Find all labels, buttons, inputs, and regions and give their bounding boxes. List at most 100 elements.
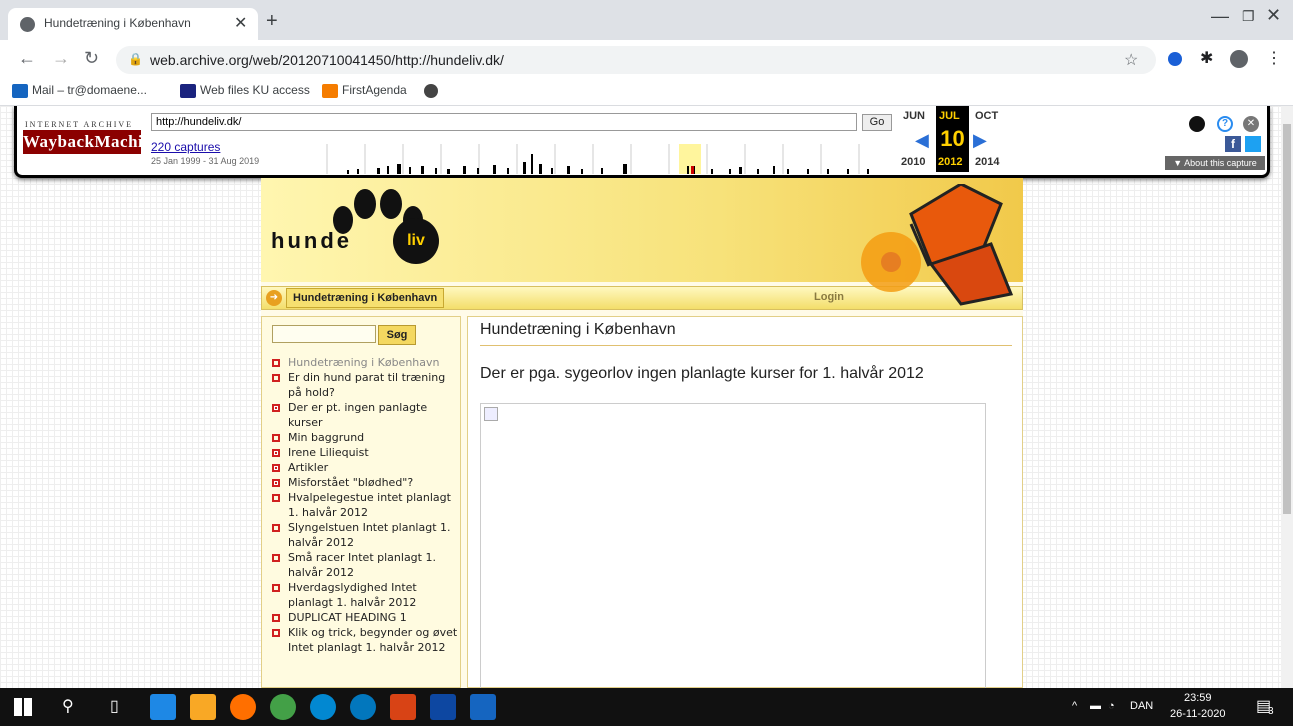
facebook-icon[interactable]: f (1225, 136, 1241, 152)
globe-icon (20, 17, 35, 32)
month-next[interactable]: OCT (975, 110, 998, 122)
capture-sparkline[interactable] (317, 144, 877, 174)
close-toolbar-icon[interactable]: ✕ (1243, 116, 1259, 132)
capture-day: 10 (940, 126, 965, 151)
help-icon[interactable]: ? (1217, 116, 1233, 132)
menu-dots-icon[interactable]: ⋮ (1266, 48, 1282, 68)
month-prev[interactable]: JUN (903, 110, 925, 122)
menu-item[interactable]: Misforstået "blødhed"? (270, 475, 460, 490)
powerpoint-icon[interactable] (390, 694, 416, 720)
notification-count: 3 (1268, 706, 1274, 717)
restore-icon[interactable]: ❐ (1242, 8, 1255, 25)
menu-item[interactable]: Irene Liliequist (270, 445, 460, 460)
capture-range: 25 Jan 1999 - 31 Aug 2019 (151, 156, 260, 166)
task-view-icon[interactable]: ▯ (110, 696, 119, 716)
wayback-toolbar: INTERNET ARCHIVE WaybackMachine Go 220 c… (14, 106, 1270, 178)
twitter-icon[interactable] (1245, 136, 1261, 152)
bookmark-mail[interactable]: Mail – tr@domaene... (32, 83, 147, 97)
search-button[interactable]: Søg (378, 325, 416, 345)
bookmark-ku[interactable]: Web files KU access (200, 83, 310, 97)
puzzle-icon[interactable]: ✱ (1200, 48, 1213, 68)
butterfly-image (861, 184, 1014, 306)
menu-item[interactable]: DUPLICAT HEADING 1 (270, 610, 460, 625)
language-indicator[interactable]: DAN (1130, 700, 1153, 712)
menu-item[interactable]: Små racer Intet planlagt 1. halvår 2012 (270, 550, 460, 580)
next-capture-icon[interactable]: ▶ (973, 130, 987, 151)
search-input[interactable] (272, 325, 376, 343)
browser-tab[interactable]: Hundetræning i København ✕ (8, 8, 258, 40)
search-icon[interactable]: ⚲ (62, 696, 74, 716)
nav-current-page[interactable]: Hundetræning i København (286, 288, 445, 308)
about-capture-button[interactable]: ▼ About this capture (1165, 156, 1265, 170)
account-icon[interactable] (1189, 116, 1205, 132)
ku-icon (180, 84, 196, 98)
window-close-icon[interactable]: ✕ (1266, 5, 1281, 26)
tab-strip: Hundetræning i København ✕ + — ❐ ✕ (0, 0, 1293, 40)
word-icon[interactable] (470, 694, 496, 720)
globe-icon[interactable] (424, 84, 438, 98)
wifi-icon[interactable]: ◔ (1108, 700, 1115, 712)
outlook-icon (12, 84, 28, 98)
main-content: Hundetræning i København Der er pga. syg… (467, 316, 1023, 688)
prev-capture-icon[interactable]: ◀ (915, 130, 929, 151)
profile-icon[interactable] (1230, 50, 1248, 68)
menu-item[interactable]: Artikler (270, 460, 460, 475)
month-current: JUL (939, 110, 960, 122)
wayback-logo[interactable]: WaybackMachine (23, 130, 161, 154)
minimize-icon[interactable]: — (1211, 6, 1229, 27)
bookmark-star-icon[interactable]: ☆ (1124, 50, 1138, 70)
scrollbar-thumb[interactable] (1283, 124, 1291, 514)
menu-item[interactable]: Der er pt. ingen panlagte kurser (270, 400, 460, 430)
brand-badge: liv (393, 218, 439, 264)
reload-icon[interactable]: ↻ (84, 48, 99, 69)
new-tab-icon[interactable]: + (266, 10, 278, 33)
menu-item[interactable]: Hundetræning i København (270, 355, 460, 370)
left-sidebar: Søg Hundetræning i København Er din hund… (261, 316, 461, 688)
firefox-icon[interactable] (230, 694, 256, 720)
internet-archive-label: INTERNET ARCHIVE (25, 120, 134, 129)
year-prev[interactable]: 2010 (901, 156, 925, 168)
go-button[interactable]: Go (862, 114, 892, 131)
menu-item[interactable]: Hverdagslydighed Intet planlagt 1. halvå… (270, 580, 460, 610)
captures-link[interactable]: 220 captures (151, 140, 220, 154)
menu-item[interactable]: Min baggrund (270, 430, 460, 445)
broken-image (480, 403, 986, 688)
year-next[interactable]: 2014 (975, 156, 999, 168)
menu-item[interactable]: Er din hund parat til træning på hold? (270, 370, 460, 400)
close-tab-icon[interactable]: ✕ (234, 13, 247, 33)
site-brand: hunde (271, 228, 352, 253)
page-scrollbar[interactable] (1281, 106, 1293, 688)
tab-title: Hundetræning i København (44, 16, 191, 30)
clock-date[interactable]: 26-11-2020 (1170, 708, 1225, 720)
chrome-icon[interactable] (270, 694, 296, 720)
address-url[interactable]: web.archive.org/web/20120710041450/http:… (150, 52, 504, 68)
lock-icon: 🔒 (128, 52, 143, 66)
back-icon[interactable]: ← (18, 48, 36, 69)
sidebar-menu: Hundetræning i København Er din hund par… (270, 355, 460, 655)
tray-chevron-icon[interactable]: ^ (1072, 700, 1077, 712)
address-bar[interactable]: 🔒 web.archive.org/web/20120710041450/htt… (116, 46, 1156, 74)
wayback-url-input[interactable] (151, 113, 857, 131)
menu-item[interactable]: Slyngelstuen Intet planlagt 1. halvår 20… (270, 520, 460, 550)
page-title: Hundetræning i København (480, 321, 676, 338)
menu-item[interactable]: Hvalpelegestue intet planlagt 1. halvår … (270, 490, 460, 520)
battery-icon[interactable]: ▬ (1090, 700, 1101, 712)
edge-icon[interactable] (150, 694, 176, 720)
skype-business-icon[interactable] (350, 694, 376, 720)
login-link[interactable]: Login (814, 291, 844, 303)
extension-icon[interactable] (1168, 52, 1182, 66)
file-explorer-icon[interactable] (190, 694, 216, 720)
clock-time[interactable]: 23:59 (1184, 692, 1212, 704)
bookmark-firstagenda[interactable]: FirstAgenda (342, 83, 407, 97)
page-viewport: INTERNET ARCHIVE WaybackMachine Go 220 c… (0, 106, 1281, 688)
firstagenda-icon (322, 84, 338, 98)
windows-start-icon[interactable] (14, 698, 32, 716)
body-text: Der er pga. sygeorlov ingen planlagte ku… (480, 365, 924, 382)
arrow-icon: ➜ (266, 290, 282, 306)
forward-icon[interactable]: → (52, 48, 70, 69)
year-current: 2012 (938, 156, 963, 168)
archived-site: hunde liv ➜ Hundetræning i København Log… (261, 178, 1023, 688)
skype-icon[interactable] (310, 694, 336, 720)
menu-item[interactable]: Klik og trick, begynder og øvet Intet pl… (270, 625, 460, 655)
outlook-icon[interactable] (430, 694, 456, 720)
